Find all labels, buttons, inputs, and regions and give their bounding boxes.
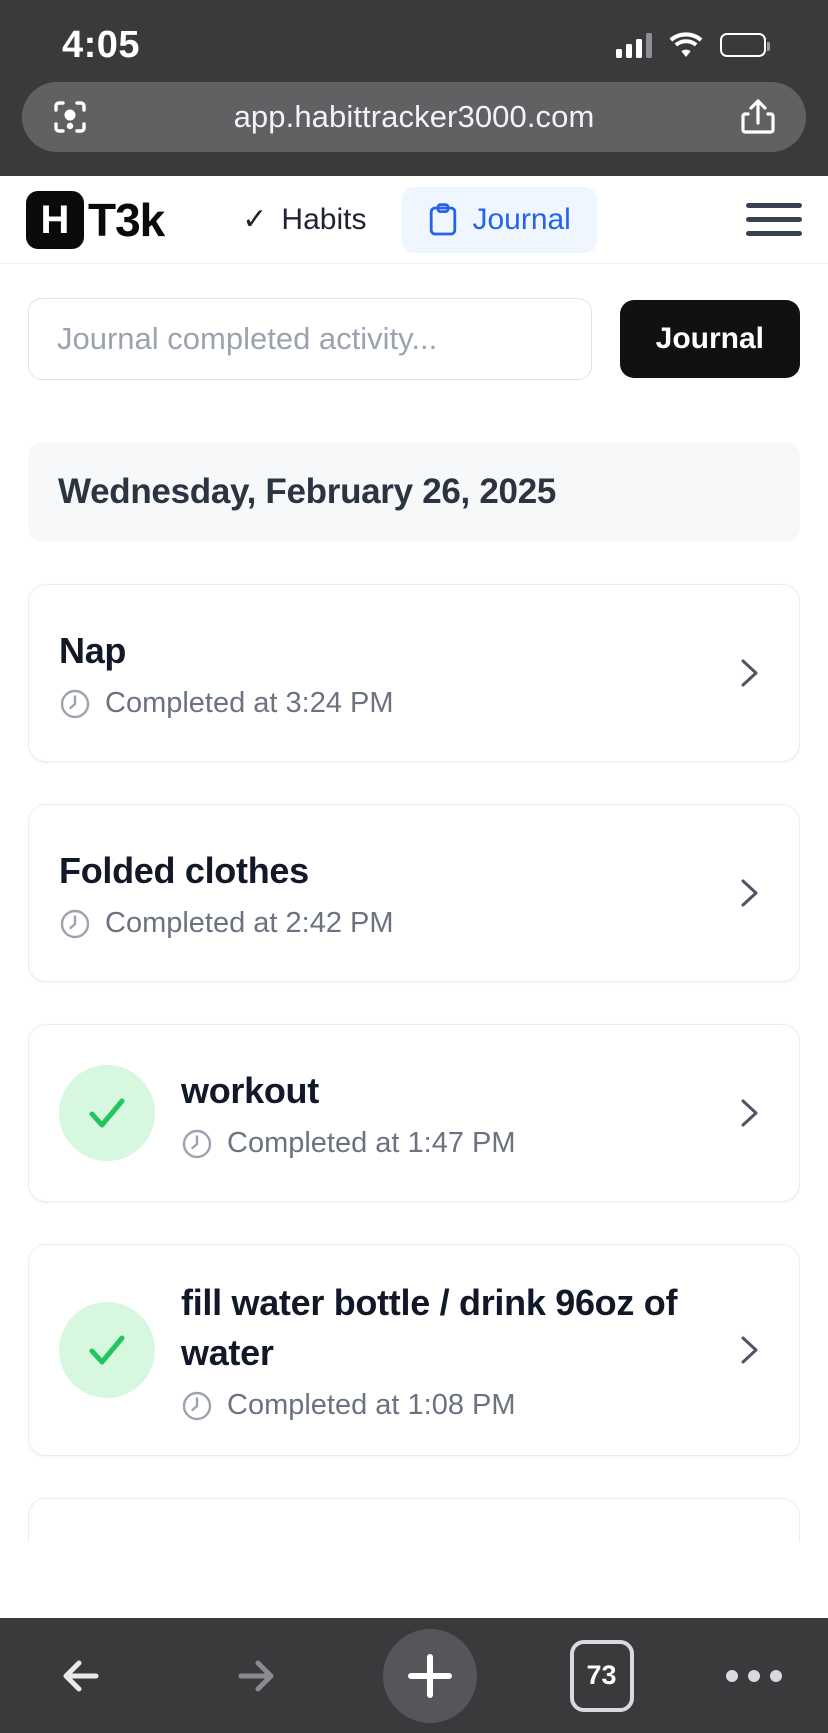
journal-entry-time: Completed at 1:08 PM	[227, 1389, 516, 1422]
journal-entry-body: workout Completed at 1:47 PM	[181, 1066, 703, 1161]
tab-habits[interactable]: ✓ Habits	[216, 187, 392, 253]
journal-list: Wednesday, February 26, 2025 Nap Complet…	[0, 398, 828, 1542]
journal-entry-card[interactable]: fill water bottle / drink 96oz of water …	[28, 1244, 800, 1456]
journal-entry-body: fill water bottle / drink 96oz of water …	[181, 1278, 703, 1422]
journal-date-header: Wednesday, February 26, 2025	[28, 442, 800, 542]
app-logo[interactable]: H T3k	[26, 190, 165, 249]
journal-entries-container: Nap Completed at 3:24 PM Folded clothes …	[28, 542, 800, 1542]
chevron-right-icon[interactable]	[729, 1330, 769, 1370]
chevron-right-icon[interactable]	[729, 873, 769, 913]
brand-name: T3k	[88, 193, 165, 246]
tab-journal[interactable]: Journal	[402, 186, 597, 253]
url-text: app.habittracker3000.com	[233, 99, 595, 134]
hamburger-menu-icon[interactable]	[746, 198, 802, 242]
clock-icon	[181, 1128, 213, 1160]
journal-entry-form: Journal	[0, 264, 828, 398]
chevron-right-icon[interactable]	[729, 653, 769, 693]
journal-entry-time: Completed at 2:42 PM	[105, 907, 394, 940]
journal-entry-body: Ate lunch 🐔 Completed at 1:07 PM	[59, 1540, 703, 1542]
status-bar-indicators	[615, 32, 770, 58]
cellular-signal-icon	[615, 32, 652, 58]
journal-entry-title: workout	[181, 1069, 319, 1111]
journal-entry-title: Ate lunch 🐔	[59, 1540, 703, 1542]
journal-entry-card[interactable]: Folded clothes Completed at 2:42 PM	[28, 804, 800, 982]
journal-entry-title: Nap	[59, 629, 127, 671]
check-icon: ✓	[242, 202, 268, 236]
wifi-icon	[669, 32, 703, 58]
tab-count-button[interactable]: 73	[569, 1639, 634, 1712]
browser-url-bar-container: app.habittracker3000.com	[0, 82, 828, 176]
chevron-right-icon[interactable]	[729, 1093, 769, 1133]
clock-icon	[59, 908, 91, 940]
ios-status-bar: 4:05	[0, 0, 828, 82]
journal-entry-time: Completed at 3:24 PM	[105, 687, 394, 720]
journal-submit-button[interactable]: Journal	[619, 300, 800, 378]
clipboard-icon	[428, 202, 458, 237]
check-circle-icon	[59, 1065, 155, 1161]
journal-activity-input[interactable]	[28, 298, 592, 380]
journal-entry-title: Folded clothes	[59, 849, 309, 891]
journal-entry-card[interactable]: Ate lunch 🐔 Completed at 1:07 PM	[28, 1498, 800, 1542]
tab-habits-label: Habits	[281, 202, 367, 236]
journal-entry-body: Folded clothes Completed at 2:42 PM	[59, 846, 703, 941]
clock-icon	[59, 688, 91, 720]
clock-icon	[181, 1390, 213, 1422]
journal-entry-meta: Completed at 2:42 PM	[59, 907, 703, 940]
forward-arrow-icon[interactable]	[215, 1638, 291, 1714]
check-circle-icon	[59, 1302, 155, 1398]
journal-entry-body: Nap Completed at 3:24 PM	[59, 626, 703, 721]
more-ellipsis-icon[interactable]	[726, 1669, 782, 1682]
journal-entry-title: fill water bottle / drink 96oz of water	[181, 1281, 678, 1373]
page-scan-icon[interactable]	[48, 95, 92, 139]
journal-entry-card[interactable]: workout Completed at 1:47 PM	[28, 1024, 800, 1202]
new-tab-button[interactable]	[383, 1628, 477, 1723]
journal-entry-time: Completed at 1:47 PM	[227, 1127, 516, 1160]
app-header: H T3k ✓ Habits Journal	[0, 176, 828, 264]
share-icon[interactable]	[736, 95, 780, 139]
journal-entry-meta: Completed at 3:24 PM	[59, 687, 703, 720]
journal-entry-card[interactable]: Nap Completed at 3:24 PM	[28, 584, 800, 762]
battery-icon	[720, 33, 770, 57]
browser-bottom-toolbar: 73	[0, 1618, 828, 1733]
journal-entry-meta: Completed at 1:08 PM	[181, 1389, 703, 1422]
tab-journal-label: Journal	[472, 202, 571, 236]
back-arrow-icon[interactable]	[46, 1638, 122, 1714]
app-nav-tabs: ✓ Habits Journal	[216, 186, 597, 253]
logo-mark: H	[26, 190, 84, 249]
journal-entry-meta: Completed at 1:47 PM	[181, 1127, 703, 1160]
browser-url-bar[interactable]: app.habittracker3000.com	[22, 82, 806, 152]
status-bar-time: 4:05	[62, 23, 141, 66]
